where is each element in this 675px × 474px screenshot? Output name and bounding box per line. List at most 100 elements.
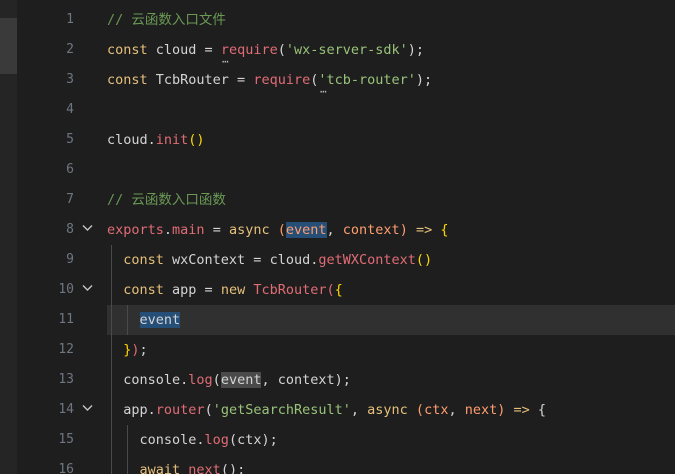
code-token: log <box>204 432 229 448</box>
code-line[interactable]: 6 <box>0 155 675 185</box>
line-number: 11 <box>58 312 74 327</box>
code-token: , <box>326 222 343 238</box>
code-token: async <box>228 222 278 238</box>
code-token: event <box>139 312 181 328</box>
code-text[interactable]: console.log(ctx); <box>107 425 278 455</box>
line-number: 4 <box>66 102 74 117</box>
code-token: 'wx-server-sdk' <box>285 42 408 58</box>
code-token: router <box>155 402 205 418</box>
code-token: new <box>220 282 254 298</box>
line-number: 8 <box>66 222 74 237</box>
line-number: 13 <box>58 372 74 387</box>
code-text[interactable]: // 云函数入口函数 <box>107 185 226 215</box>
code-token: . <box>163 222 173 238</box>
code-text[interactable]: }); <box>107 335 148 365</box>
code-line[interactable]: 8 exports.main = async (event, context) =… <box>0 215 675 245</box>
code-token: { <box>334 282 343 298</box>
code-line[interactable]: 11 event <box>0 305 675 335</box>
code-token: ) <box>131 342 140 358</box>
code-line[interactable]: 13 console.log(event, context); <box>0 365 675 395</box>
hint-marker-icon[interactable]: ⋯ <box>222 55 230 68</box>
line-number: 12 <box>58 342 74 357</box>
code-token: await <box>139 462 189 474</box>
code-token: , <box>448 402 465 418</box>
code-text[interactable]: await next(); <box>107 455 246 474</box>
code-line[interactable]: 5 cloud.init() <box>0 125 675 155</box>
code-token: ) <box>399 222 416 238</box>
code-token: ( <box>204 402 213 418</box>
code-token: // 云函数入口函数 <box>107 192 226 208</box>
code-token: { <box>440 222 449 238</box>
code-token: app = <box>172 282 221 298</box>
code-token: init <box>155 132 189 148</box>
chevron-down-icon[interactable] <box>82 395 93 423</box>
code-token: wxContext = cloud. <box>172 252 319 268</box>
code-line[interactable]: 7 // 云函数入口函数 <box>0 185 675 215</box>
code-text[interactable]: console.log(event, context); <box>107 365 351 395</box>
code-token: ); <box>334 372 351 388</box>
code-line[interactable]: 4 <box>0 95 675 125</box>
code-token: ); <box>407 42 425 58</box>
code-line[interactable]: 3 const TcbRouter = require('tcb-router')… <box>0 65 675 95</box>
code-token: context <box>342 222 400 238</box>
code-token: 'getSearchResult' <box>212 402 351 418</box>
code-token: () <box>188 132 205 148</box>
code-token: require <box>253 72 311 88</box>
code-token: const <box>107 252 173 268</box>
code-token: getWXContext <box>318 252 416 268</box>
code-line[interactable]: 2 const cloud = require('wx-server-sdk'); <box>0 35 675 65</box>
code-line[interactable]: 16 await next(); <box>0 455 675 474</box>
line-number: 5 <box>66 132 74 147</box>
code-token: event <box>220 372 262 388</box>
code-line[interactable]: 15 console.log(ctx); <box>0 425 675 455</box>
code-token: const <box>107 42 156 58</box>
code-token: , context <box>261 372 335 388</box>
code-token: ) <box>497 402 514 418</box>
code-line[interactable]: 1 // 云函数入口文件 <box>0 5 675 35</box>
line-number: 7 <box>66 192 74 207</box>
code-line[interactable]: 10 const app = new TcbRouter({ <box>0 275 675 305</box>
code-token: exports <box>107 222 164 238</box>
code-text[interactable]: const wxContext = cloud.getWXContext() <box>107 245 432 275</box>
code-token: TcbRouter <box>253 282 327 298</box>
code-token: ( <box>277 42 286 58</box>
code-text[interactable]: const cloud = require('wx-server-sdk'); <box>107 35 424 65</box>
line-number: 15 <box>58 432 74 447</box>
current-line-highlight <box>107 305 675 335</box>
line-number: 6 <box>66 162 74 177</box>
code-token: 'tcb-router' <box>318 72 416 88</box>
code-token: ( <box>212 372 221 388</box>
code-text[interactable]: const TcbRouter = require('tcb-router'); <box>107 65 432 95</box>
code-token: ( <box>415 402 425 418</box>
hint-marker-icon[interactable]: ⋯ <box>320 85 328 98</box>
code-token: ); <box>415 72 433 88</box>
code-token: console. <box>107 372 189 388</box>
code-token: next <box>464 402 498 418</box>
code-token: ( <box>326 282 335 298</box>
code-text[interactable]: cloud.init() <box>107 125 205 155</box>
code-text[interactable]: // 云函数入口文件 <box>107 5 226 35</box>
code-token: { <box>537 402 547 418</box>
code-token: log <box>188 372 213 388</box>
code-token: // 云函数入口文件 <box>107 12 226 28</box>
code-line[interactable]: 9 const wxContext = cloud.getWXContext() <box>0 245 675 275</box>
code-text[interactable]: event <box>107 305 181 335</box>
code-editor[interactable]: 1// 云函数入口文件 2 const cloud = require('wx-se… <box>0 0 675 474</box>
code-text[interactable]: app.router('getSearchResult', async (ctx… <box>107 395 546 425</box>
chevron-down-icon[interactable] <box>82 215 93 243</box>
code-token: (); <box>220 462 246 474</box>
code-text[interactable]: exports.main = async (event, context) =>… <box>107 215 448 245</box>
code-token: cloud = <box>155 42 221 58</box>
chevron-down-icon[interactable] <box>82 275 93 303</box>
code-line[interactable]: 14 app.router('getSearchResult', async (… <box>0 395 675 425</box>
code-token: ( <box>277 222 286 238</box>
code-line[interactable]: 12 }); <box>0 335 675 365</box>
code-text[interactable]: const app = new TcbRouter({ <box>107 275 343 305</box>
code-token: TcbRouter = <box>155 72 254 88</box>
code-token: ; <box>139 342 148 358</box>
code-token: const <box>107 72 156 88</box>
code-token: ctx <box>424 402 449 418</box>
line-number: 14 <box>58 402 74 417</box>
